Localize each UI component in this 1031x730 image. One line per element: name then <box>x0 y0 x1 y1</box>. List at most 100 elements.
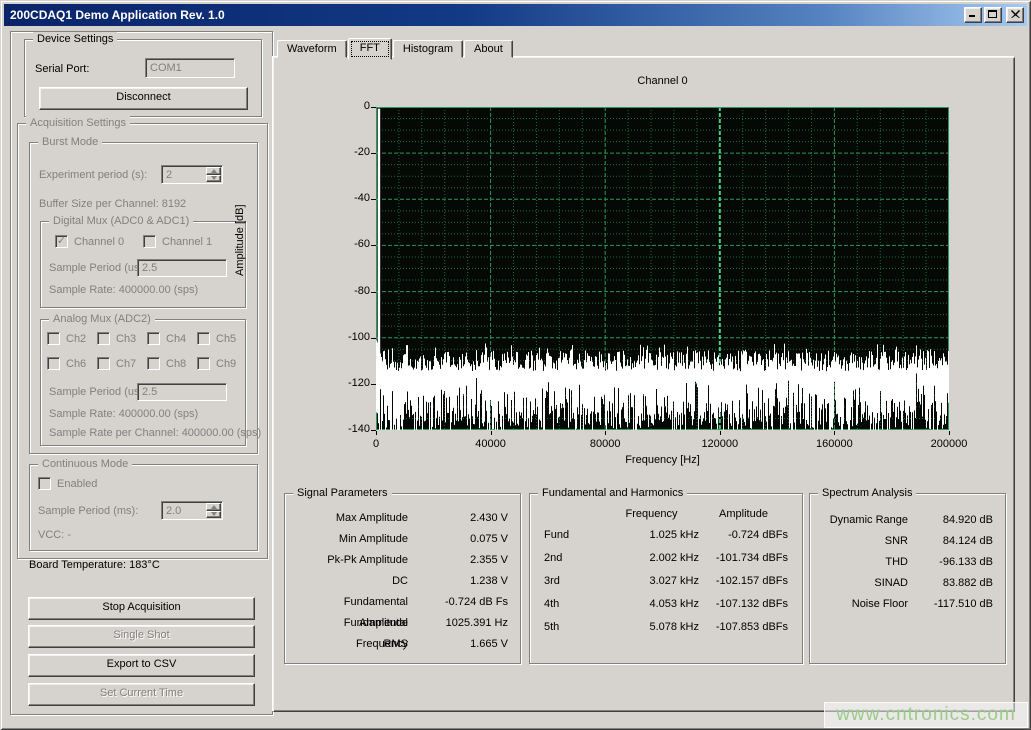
channel1-checkbox[interactable]: ✓ Channel 1 <box>143 235 212 248</box>
signal-parameter-row: Min Amplitude0.075 V <box>285 529 520 550</box>
maximize-button[interactable] <box>984 7 1002 23</box>
y-axis-tick-label: -80 <box>330 285 370 297</box>
ch3-checkbox[interactable]: ✓Ch3 <box>97 332 136 345</box>
signal-parameter-row: RMS1.665 V <box>285 634 520 655</box>
tab-strip: Waveform FFT Histogram About <box>277 39 514 58</box>
analog-sample-rate-text: Sample Rate: 400000.00 (sps) <box>49 408 198 420</box>
burst-mode-group: Burst Mode Experiment period (s): Buffer… <box>29 142 258 454</box>
enabled-checkbox[interactable]: ✓ Enabled <box>38 477 97 490</box>
harmonics-row: 5th5.078 kHz-107.853 dBFs <box>530 616 802 639</box>
y-axis-tick-label: -20 <box>330 146 370 158</box>
signal-parameters-group: Signal Parameters Max Amplitude2.430 V M… <box>284 493 521 664</box>
enabled-label: Enabled <box>57 478 97 490</box>
disconnect-button[interactable]: Disconnect <box>39 87 248 110</box>
ch4-label: Ch4 <box>166 333 186 345</box>
x-axis-tick <box>720 431 721 435</box>
harmonic-frequency: 5.078 kHz <box>604 616 699 639</box>
x-axis-tick <box>949 431 950 435</box>
fft-tab-page: Channel 0 Amplitude [dB] Frequency [Hz] … <box>273 57 1015 712</box>
spin-up-icon[interactable] <box>206 167 221 175</box>
tab-label: Histogram <box>403 43 453 55</box>
app-window: 200CDAQ1 Demo Application Rev. 1.0 Devic… <box>0 0 1031 730</box>
ch7-checkbox[interactable]: ✓Ch7 <box>97 357 136 370</box>
spectrum-value: -96.133 dB <box>908 552 993 573</box>
close-icon <box>1011 9 1020 21</box>
minimize-button[interactable] <box>964 7 982 23</box>
ch2-label: Ch2 <box>66 333 86 345</box>
channel0-checkbox[interactable]: ✓ Channel 0 <box>55 235 124 248</box>
ch5-checkbox[interactable]: ✓Ch5 <box>197 332 236 345</box>
tab-fft[interactable]: FFT <box>348 38 392 60</box>
checkbox-icon: ✓ <box>143 235 156 248</box>
signal-parameters-title: Signal Parameters <box>293 486 392 500</box>
serial-port-input[interactable] <box>145 58 235 78</box>
single-shot-button[interactable]: Single Shot <box>28 625 255 648</box>
ch6-checkbox[interactable]: ✓Ch6 <box>47 357 86 370</box>
chart-title: Channel 0 <box>376 75 949 87</box>
ch9-checkbox[interactable]: ✓Ch9 <box>197 357 236 370</box>
y-axis-tick <box>371 245 376 246</box>
tab-about[interactable]: About <box>464 40 513 58</box>
y-axis-tick-label: -40 <box>330 192 370 204</box>
x-axis-tick-label: 120000 <box>690 438 750 450</box>
param-label: RMS <box>297 634 408 655</box>
harmonic-frequency: 2.002 kHz <box>604 547 699 570</box>
harmonic-frequency: 1.025 kHz <box>604 524 699 547</box>
spectrum-label: Noise Floor <box>822 594 908 615</box>
checkbox-icon: ✓ <box>38 477 51 490</box>
harmonics-group: Fundamental and Harmonics FrequencyAmpli… <box>529 493 803 664</box>
param-value: -0.724 dB Fs <box>408 592 508 613</box>
signal-parameter-row: Pk-Pk Amplitude2.355 V <box>285 550 520 571</box>
fft-plot-svg <box>376 107 949 430</box>
y-axis-title: Amplitude [dB] <box>232 260 392 276</box>
watermark: www.cntronics.com <box>824 702 1028 728</box>
spectrum-value: 84.124 dB <box>908 531 993 552</box>
ch4-checkbox[interactable]: ✓ Ch4 <box>147 332 186 345</box>
analog-sample-period-input[interactable] <box>137 383 227 401</box>
spectrum-row: Dynamic Range84.920 dB <box>810 510 1005 531</box>
close-button[interactable] <box>1006 7 1024 23</box>
continuous-sample-period-stepper[interactable] <box>161 501 223 520</box>
checkbox-icon: ✓ <box>147 332 160 345</box>
harmonic-amplitude: -107.132 dBFs <box>699 593 788 616</box>
ch7-label: Ch7 <box>116 358 136 370</box>
y-axis-tick-label: -60 <box>330 238 370 250</box>
y-axis-tick <box>371 199 376 200</box>
tab-histogram[interactable]: Histogram <box>393 40 463 58</box>
digital-mux-group: Digital Mux (ADC0 & ADC1) ✓ Channel 0 ✓ … <box>40 221 246 308</box>
burst-mode-title: Burst Mode <box>38 135 102 149</box>
y-axis-tick <box>371 338 376 339</box>
digital-sample-period-input[interactable] <box>137 259 227 277</box>
set-current-time-button[interactable]: Set Current Time <box>28 683 255 706</box>
y-axis-tick-label: -120 <box>330 377 370 389</box>
checkbox-icon: ✓ <box>47 332 60 345</box>
x-axis-tick <box>834 431 835 435</box>
window-title: 200CDAQ1 Demo Application Rev. 1.0 <box>4 8 964 22</box>
param-value: 1.665 V <box>408 634 508 655</box>
y-axis-tick <box>371 153 376 154</box>
spin-up-icon[interactable] <box>206 503 221 511</box>
analog-sample-rate-per-channel-text: Sample Rate per Channel: 400000.00 (sps) <box>49 427 261 439</box>
digital-sample-period-label: Sample Period (us): <box>49 262 146 274</box>
spectrum-analysis-title: Spectrum Analysis <box>818 486 916 500</box>
harmonic-name: 3rd <box>544 570 604 593</box>
harmonic-frequency: 3.027 kHz <box>604 570 699 593</box>
tab-waveform[interactable]: Waveform <box>277 40 347 58</box>
spin-down-icon[interactable] <box>206 175 221 183</box>
x-axis-tick-label: 80000 <box>575 438 635 450</box>
spectrum-label: SINAD <box>822 573 908 594</box>
experiment-period-stepper[interactable] <box>161 165 223 184</box>
y-axis-tick-label: -100 <box>330 331 370 343</box>
vcc-text: VCC: - <box>38 529 71 541</box>
digital-mux-title: Digital Mux (ADC0 & ADC1) <box>49 214 193 228</box>
stop-acquisition-button[interactable]: Stop Acquisition <box>28 597 255 620</box>
harmonics-row: 3rd3.027 kHz-102.157 dBFs <box>530 570 802 593</box>
spin-down-icon[interactable] <box>206 511 221 519</box>
ch8-checkbox[interactable]: ✓Ch8 <box>147 357 186 370</box>
export-to-csv-button[interactable]: Export to CSV <box>28 654 255 677</box>
harmonic-name: 2nd <box>544 547 604 570</box>
analog-sample-period-label: Sample Period (us): <box>49 386 146 398</box>
x-axis-tick <box>605 431 606 435</box>
title-bar[interactable]: 200CDAQ1 Demo Application Rev. 1.0 <box>4 4 1027 26</box>
ch2-checkbox[interactable]: ✓ Ch2 <box>47 332 86 345</box>
